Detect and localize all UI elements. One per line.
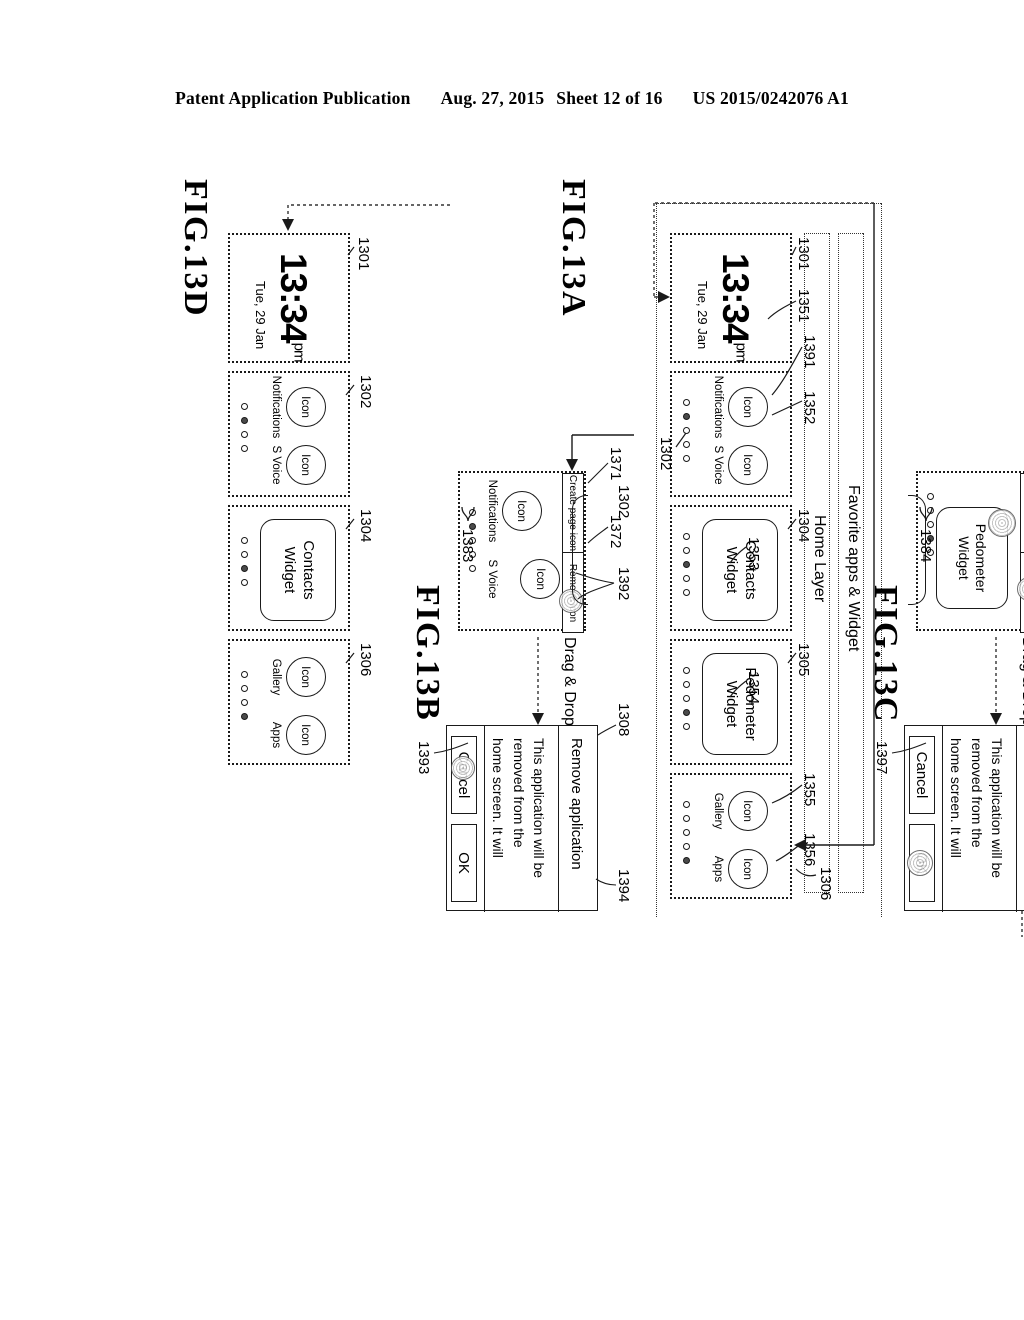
ref-1301-d: 1301 bbox=[355, 237, 372, 271]
leader-lines-13a bbox=[653, 202, 875, 877]
ref-1394: 1394 bbox=[615, 869, 632, 903]
publication-header: Patent Application Publication Aug. 27, 2… bbox=[0, 88, 1024, 109]
header-sheet: Sheet 12 of 16 bbox=[556, 88, 663, 108]
ref-1302-b: 1302 bbox=[615, 485, 632, 519]
ref-1308: 1308 bbox=[615, 703, 632, 737]
ref-1304-d: 1304 bbox=[357, 509, 374, 543]
ref-1393: 1393 bbox=[415, 741, 432, 775]
drawing-stage: Favorite apps & Widget Home Layer 13:34p… bbox=[132, 179, 1024, 1195]
header-date: Aug. 27, 2015 bbox=[440, 88, 545, 108]
header-left-text: Patent Application Publication bbox=[175, 88, 411, 108]
figure-13b-label: FIG.13B bbox=[409, 585, 446, 722]
figure-13d: 13:34pm Tue, 29 Jan Icon Notifications I… bbox=[170, 179, 450, 945]
ref-1306-d: 1306 bbox=[357, 643, 374, 677]
ref-1384: 1384 bbox=[917, 529, 934, 563]
ref-1372-b: 1372 bbox=[607, 515, 624, 549]
leader-lines-13c bbox=[891, 506, 1023, 937]
ref-1397: 1397 bbox=[873, 741, 890, 775]
figure-13c: Create page icon Remove icon Pedometer W… bbox=[867, 185, 1024, 945]
figure-13b: Create page icon Remove icon Icon Notifi… bbox=[409, 185, 634, 945]
ref-1302-d: 1302 bbox=[357, 375, 374, 409]
leader-lines-13b bbox=[433, 434, 634, 886]
ref-1371-b: 1371 bbox=[607, 447, 624, 481]
ref-1392: 1392 bbox=[615, 567, 632, 601]
figure-13d-label: FIG.13D bbox=[177, 179, 214, 317]
ref-1383: 1383 bbox=[459, 529, 476, 563]
header-docnum: US 2015/0242076 A1 bbox=[692, 88, 849, 108]
figure-13a: Favorite apps & Widget Home Layer 13:34p… bbox=[555, 179, 892, 945]
figure-13c-label: FIG.13C bbox=[867, 585, 904, 723]
